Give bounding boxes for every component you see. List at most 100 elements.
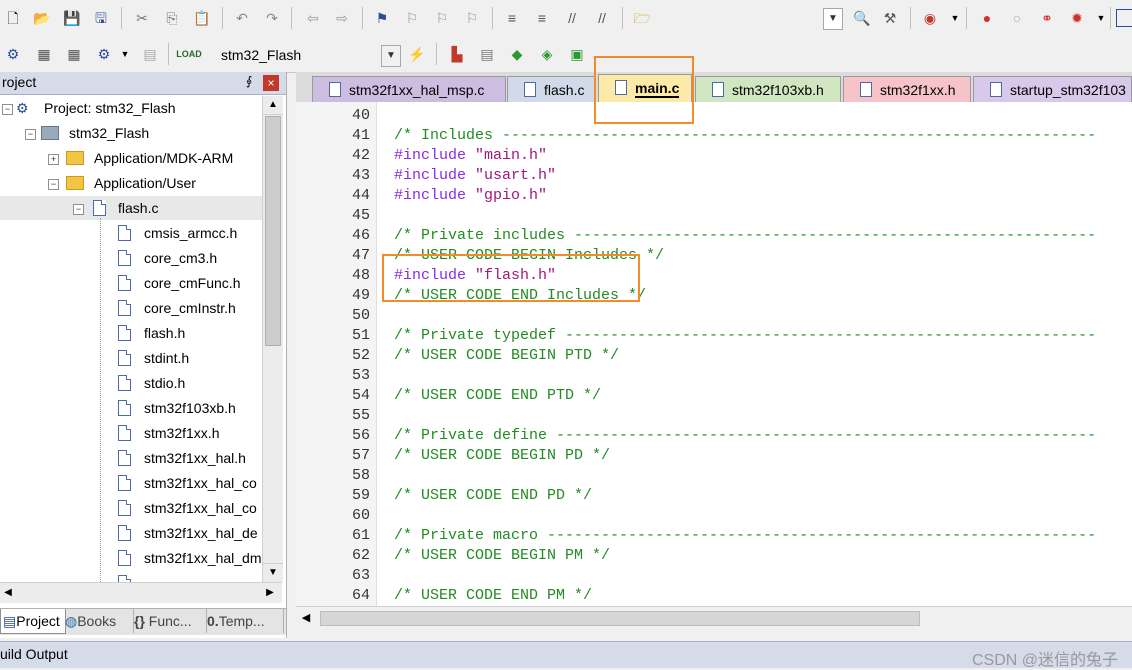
code-line[interactable]: #include "usart.h" [394, 166, 556, 186]
collapse-icon[interactable]: − [25, 129, 36, 140]
navigate-forward-icon[interactable]: ⇨ [333, 9, 351, 27]
tree-node-target[interactable]: − stm32_Flash [0, 121, 262, 145]
redo-icon[interactable]: ↷ [263, 9, 281, 27]
new-file-icon[interactable]: 🗋 [4, 9, 22, 27]
bookmark-previous-icon[interactable]: ⚐ [403, 9, 421, 27]
code-line[interactable]: /* USER CODE BEGIN PM */ [394, 546, 610, 566]
breakpoint-disable-all-icon[interactable]: ⚭ [1038, 9, 1056, 27]
build-icon[interactable]: ▦ [35, 45, 53, 63]
download-load-icon[interactable]: LOAD [176, 45, 202, 63]
scroll-down-icon[interactable]: ▼ [263, 563, 283, 582]
pin-icon[interactable]: ⨕ [246, 74, 252, 88]
tab-stm32f1xx-h[interactable]: stm32f1xx.h [843, 76, 971, 102]
bookmark-next-icon[interactable]: ⚐ [433, 9, 451, 27]
tree-node-header-file[interactable]: core_cm3.h [0, 246, 262, 270]
tree-vertical-scrollbar[interactable]: ▲ ▼ [262, 96, 283, 582]
code-line[interactable]: /* Private typedef ---------------------… [394, 326, 1096, 346]
find-icon[interactable]: 🔍 [853, 9, 871, 27]
tab-startup-stm32f103[interactable]: startup_stm32f103 [973, 76, 1132, 102]
tree-node-header-file[interactable]: stdio.h [0, 371, 262, 395]
editor-horizontal-scrollbar[interactable]: ◀ [296, 606, 1132, 631]
code-line[interactable]: /* USER CODE END PD */ [394, 486, 592, 506]
save-icon[interactable]: 💾 [63, 9, 81, 27]
tree-node-group[interactable]: − Application/User [0, 171, 262, 195]
tree-node-header-file[interactable]: cmsis_armcc.h [0, 221, 262, 245]
code-line[interactable]: /* USER CODE END PM */ [394, 586, 592, 606]
debug-session-icon[interactable]: ◉ [921, 9, 939, 27]
collapse-icon[interactable]: − [2, 104, 13, 115]
code-line[interactable]: /* USER CODE END PTD */ [394, 386, 601, 406]
tree-node-header-file[interactable]: stdint.h [0, 346, 262, 370]
stop-build-icon[interactable]: ▤ [141, 45, 159, 63]
tab-books[interactable]: ◍Books [63, 609, 134, 633]
code-line[interactable]: #include "gpio.h" [394, 186, 547, 206]
bookmark-clear-icon[interactable]: ⚐ [463, 9, 481, 27]
code-line[interactable]: /* Private define ----------------------… [394, 426, 1096, 446]
save-all-icon[interactable]: 🖫 [92, 9, 110, 27]
comment-icon[interactable]: // [563, 9, 581, 27]
window-layout-icon[interactable] [1116, 9, 1132, 27]
copy-icon[interactable]: ⎘ [163, 9, 181, 27]
tree-node-header-file[interactable]: stm32f103xb.h [0, 396, 262, 420]
code-line[interactable]: /* USER CODE BEGIN PD */ [394, 446, 610, 466]
target-options-icon[interactable]: ⚡ [408, 45, 426, 63]
batch-build-icon[interactable]: ⚙ [95, 45, 113, 63]
rebuild-icon[interactable]: ▦ [65, 45, 83, 63]
expand-icon[interactable]: + [48, 154, 59, 165]
close-icon[interactable]: × [263, 75, 279, 91]
unindent-icon[interactable]: ≡ [533, 9, 551, 27]
manage-run-time-environment-icon[interactable]: ◆ [508, 45, 526, 63]
scroll-left-icon[interactable]: ◀ [0, 583, 16, 603]
tree-node-header-file[interactable]: stm32f1xx.h [0, 421, 262, 445]
tree-node-header-file[interactable]: flash.h [0, 321, 262, 345]
code-line[interactable]: #include "main.h" [394, 146, 547, 166]
scroll-right-icon[interactable]: ▶ [262, 583, 278, 603]
incremental-find-icon[interactable]: ⚒ [881, 9, 899, 27]
manage-project-items-icon[interactable]: ▙ [448, 45, 466, 63]
translate-icon[interactable]: ⚙ [4, 45, 22, 63]
code-editor[interactable]: 40 41 42 43 44 45 46 47 48 49 50 51 52 53 54 55 56 57 58 59… [296, 102, 1132, 606]
tree-node-project[interactable]: − ⚙ Project: stm32_Flash [0, 96, 262, 120]
indent-icon[interactable]: ≡ [503, 9, 521, 27]
collapse-icon[interactable]: − [48, 179, 59, 190]
tree-node-header-file[interactable]: stm32f1xx_hal_de [0, 521, 262, 545]
paste-icon[interactable]: 📋 [193, 9, 211, 27]
chevron-down-icon[interactable]: ▼ [946, 9, 964, 27]
tab-stm32f1xx-hal-msp-c[interactable]: stm32f1xx_hal_msp.c [312, 76, 506, 102]
tab-templates[interactable]: 0.Temp... [205, 609, 284, 633]
chevron-down-icon[interactable]: ▼ [116, 45, 134, 63]
breakpoint-enable-icon[interactable]: ○ [1008, 9, 1026, 27]
tree-horizontal-scrollbar[interactable]: ◀ ▶ [0, 582, 282, 603]
tree-node-header-file[interactable]: stm32f1xx_hal_co [0, 471, 262, 495]
code-line[interactable]: /* Private macro -----------------------… [394, 526, 1096, 546]
find-in-files-icon[interactable]: 🗁 [633, 9, 651, 27]
tree-node-header-file[interactable]: stm32f1xx_hal_co [0, 496, 262, 520]
tab-functions[interactable]: {} Func... [132, 609, 207, 633]
scroll-up-icon[interactable]: ▲ [263, 96, 283, 115]
scroll-thumb[interactable] [265, 116, 281, 346]
breakpoint-insert-icon[interactable]: ● [978, 9, 996, 27]
chevron-down-icon[interactable]: ▼ [1092, 9, 1110, 27]
tree-node-header-file[interactable]: core_cmFunc.h [0, 271, 262, 295]
bookmark-toggle-icon[interactable]: ⚑ [373, 9, 391, 27]
collapse-icon[interactable]: − [73, 204, 84, 215]
code-line[interactable]: /* USER CODE BEGIN PTD */ [394, 346, 619, 366]
software-packs-icon[interactable]: ▣ [568, 45, 586, 63]
tree-node-header-file[interactable]: stm32f1xx_hal.h [0, 446, 262, 470]
uncomment-icon[interactable]: // [593, 9, 611, 27]
scroll-thumb[interactable] [320, 611, 920, 626]
select-packs-icon[interactable]: ▤ [478, 45, 496, 63]
tab-flash-c[interactable]: flash.c [507, 76, 595, 102]
target-select[interactable]: stm32_Flash ▼ [214, 44, 401, 67]
open-folder-icon[interactable]: 📂 [33, 9, 51, 27]
tab-project[interactable]: ▤Project [0, 609, 66, 634]
tree-node-group[interactable]: + Application/MDK-ARM [0, 146, 262, 170]
tab-stm32f103xb-h[interactable]: stm32f103xb.h [695, 76, 841, 102]
undo-icon[interactable]: ↶ [233, 9, 251, 27]
tree-node-header-file[interactable]: stm32f1xx_hal_dm [0, 546, 262, 570]
pack-installer-icon[interactable]: ◈ [538, 45, 556, 63]
breakpoint-kill-all-icon[interactable]: ✹ [1068, 9, 1086, 27]
code-line[interactable]: /* Private includes --------------------… [394, 226, 1096, 246]
code-line[interactable]: /* Includes ----------------------------… [394, 126, 1096, 146]
scroll-left-icon[interactable]: ◀ [298, 609, 314, 627]
